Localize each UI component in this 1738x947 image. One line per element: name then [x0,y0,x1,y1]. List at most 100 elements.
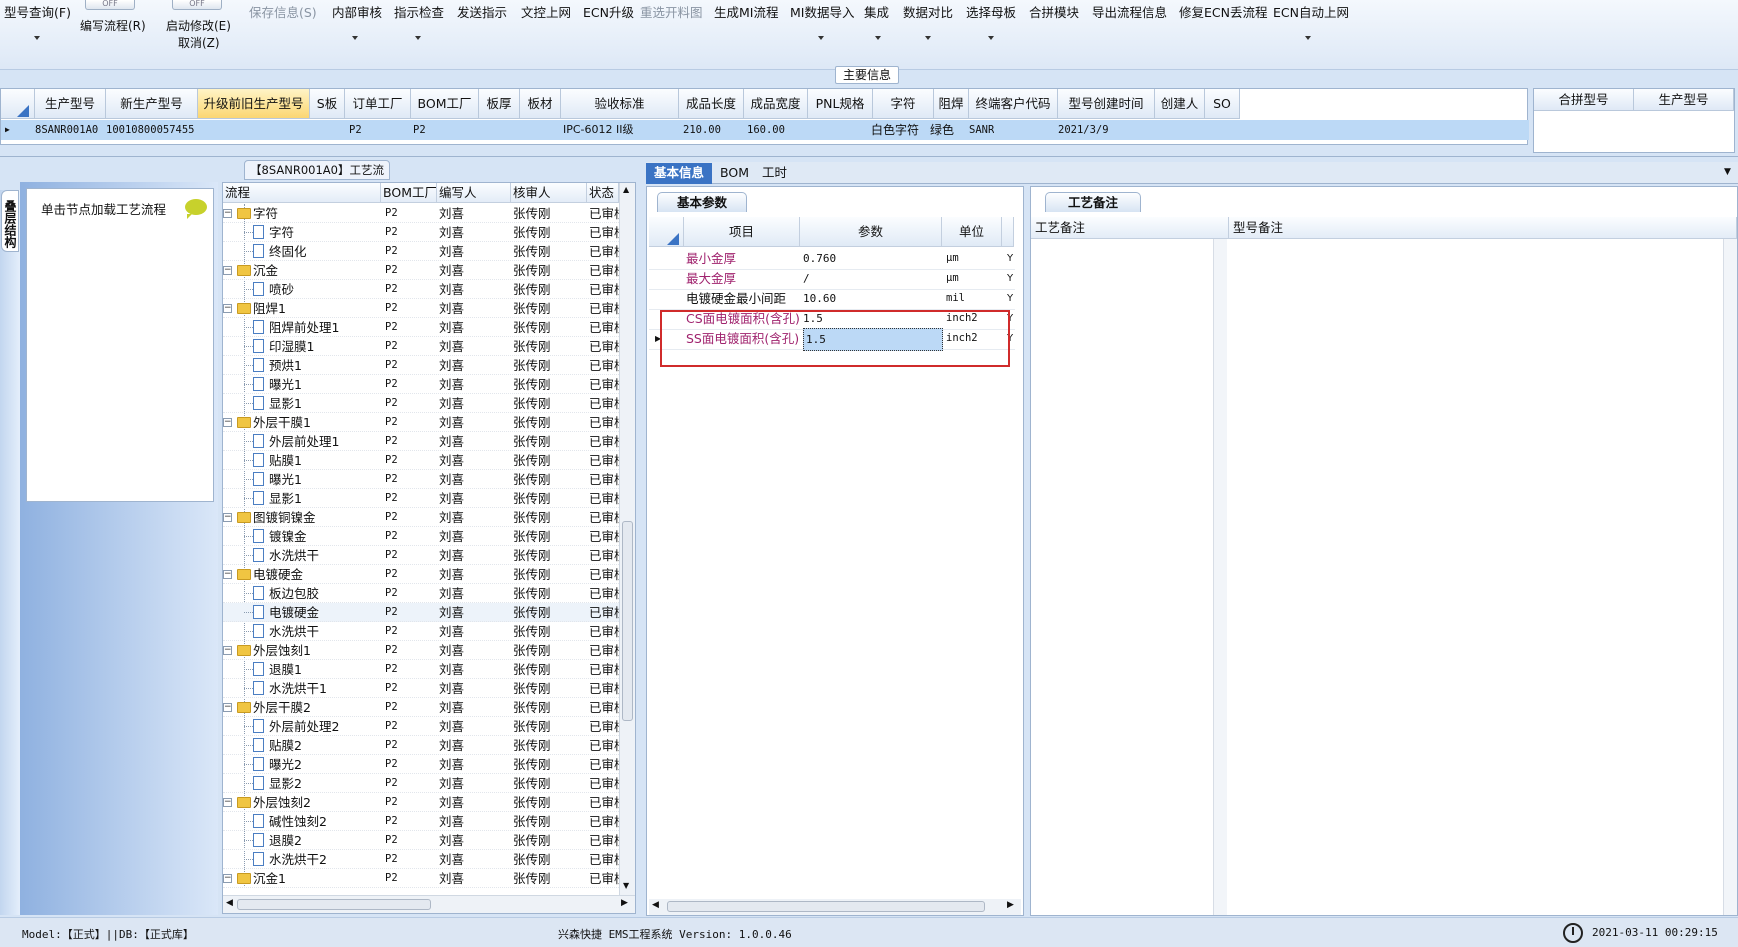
col-header[interactable]: BOM工厂 [381,183,437,203]
collapse-icon[interactable]: − [223,703,232,712]
tree-row[interactable]: 预烘1 P2 刘喜 张传刚 已审核 [223,356,619,375]
scroll-thumb[interactable] [237,899,431,910]
tree-row[interactable]: − 外层干膜2 P2 刘喜 张传刚 已审核 [223,698,619,717]
scroll-right-icon[interactable]: ▶ [1007,900,1014,910]
generate-mi-flow-button[interactable]: 生成MI流程 [714,2,778,21]
tree-row[interactable]: 水洗烘干2 P2 刘喜 张传刚 已审核 [223,850,619,869]
col-header[interactable]: 项目 [684,217,800,247]
param-row[interactable]: 最大金厚 / μm Y [649,268,1015,290]
query-model-button[interactable]: 型号查询(F) [4,2,71,21]
tree-row[interactable]: − 外层干膜1 P2 刘喜 张传刚 已审核 [223,413,619,432]
chevron-down-icon[interactable] [1305,36,1311,40]
col-header[interactable]: 生产型号 [1634,89,1734,111]
tree-row[interactable]: 曝光2 P2 刘喜 张传刚 已审核 [223,755,619,774]
tree-row[interactable]: 电镀硬金 P2 刘喜 张传刚 已审核 [223,603,619,622]
cell-legend-color[interactable]: 白色字符 [871,120,919,140]
tree-row[interactable]: − 阻焊1 P2 刘喜 张传刚 已审核 [223,299,619,318]
collapse-icon[interactable]: − [223,570,232,579]
collapse-icon[interactable]: − [223,304,232,313]
start-modify-button[interactable]: 启动修改(E) [166,17,231,34]
tree-row[interactable]: 水洗烘干 P2 刘喜 张传刚 已审核 [223,546,619,565]
chevron-down-icon[interactable] [818,36,824,40]
tree-row[interactable]: − 图镀铜镍金 P2 刘喜 张传刚 已审核 [223,508,619,527]
col-header[interactable]: 参数 [800,217,942,247]
tree-row[interactable]: 贴膜1 P2 刘喜 张传刚 已审核 [223,451,619,470]
cell-customer-code[interactable]: SANR [969,120,994,140]
scroll-down-icon[interactable]: ▼ [623,881,629,890]
scroll-thumb[interactable] [622,521,633,721]
col-header[interactable]: 订单工厂 [345,89,411,119]
tree-row[interactable]: 阻焊前处理1 P2 刘喜 张传刚 已审核 [223,318,619,337]
collapse-icon[interactable]: − [223,418,232,427]
cell-new-model-no[interactable]: 10010800057455 [106,120,195,140]
tab-basic-params[interactable]: 基本参数 [657,192,747,212]
col-header[interactable]: 字符 [873,89,934,119]
cell-order-factory[interactable]: P2 [349,120,362,140]
integrate-button[interactable]: 集成 [864,2,889,21]
tree-row[interactable]: − 外层蚀刻2 P2 刘喜 张传刚 已审核 [223,793,619,812]
param-value-input[interactable]: 0.760 [803,248,943,269]
scroll-left-icon[interactable]: ◀ [226,898,233,908]
tree-row[interactable]: 曝光1 P2 刘喜 张传刚 已审核 [223,375,619,394]
collapse-icon[interactable]: − [223,209,232,218]
collapse-icon[interactable]: − [223,646,232,655]
cell-length[interactable]: 210.00 [683,120,721,140]
tree-row[interactable]: 板边包胶 P2 刘喜 张传刚 已审核 [223,584,619,603]
col-header[interactable]: 流程 [223,183,381,203]
tree-row[interactable]: 水洗烘干 P2 刘喜 张传刚 已审核 [223,622,619,641]
tree-row[interactable]: 显影1 P2 刘喜 张传刚 已审核 [223,394,619,413]
tree-row[interactable]: 显影1 P2 刘喜 张传刚 已审核 [223,489,619,508]
tree-row[interactable]: 外层前处理2 P2 刘喜 张传刚 已审核 [223,717,619,736]
model-notes-scrollbar[interactable] [1723,239,1737,915]
tree-row[interactable]: − 沉金 P2 刘喜 张传刚 已审核 [223,261,619,280]
tree-row[interactable]: 终固化 P2 刘喜 张传刚 已审核 [223,242,619,261]
cell-width[interactable]: 160.00 [747,120,785,140]
tab-stackup[interactable]: 叠层结构 [1,190,19,252]
col-header-highlighted[interactable]: 升级前旧生产型号 [198,89,310,119]
doc-control-online-button[interactable]: 文控上网 [521,2,571,21]
tree-vertical-scrollbar[interactable]: ▲ ▼ [619,183,635,895]
chevron-down-icon[interactable] [925,36,931,40]
col-header[interactable]: 成品长度 [679,89,744,119]
ecn-upgrade-button[interactable]: ECN升级 [583,2,634,21]
main-info-row[interactable]: ▶ 8SANR001A0 10010800057455 P2 P2 IPC-60… [1,120,1529,140]
col-header[interactable]: 单位 [942,217,1002,247]
repair-ecn-lost-flow-button[interactable]: 修复ECN丢流程 [1179,2,1267,21]
chevron-down-icon[interactable] [415,36,421,40]
col-header[interactable]: PNL规格 [808,89,873,119]
param-row[interactable]: 电镀硬金最小间距 10.60 mil Y [649,288,1015,310]
col-header[interactable]: BOM工厂 [411,89,479,119]
cell-solder-mask[interactable]: 绿色 [930,120,954,140]
internal-review-button[interactable]: 内部审核 [332,2,382,21]
col-header[interactable]: 合拼型号 [1534,89,1634,111]
col-header[interactable]: 成品宽度 [744,89,808,119]
cell-model-no[interactable]: 8SANR001A0 [35,120,98,140]
tab-bom[interactable]: BOM [712,163,757,184]
col-header[interactable]: 生产型号 [35,89,106,119]
col-header[interactable]: 工艺备注 [1031,217,1229,239]
tree-row[interactable]: 碱性蚀刻2 P2 刘喜 张传刚 已审核 [223,812,619,831]
chevron-down-icon[interactable]: ▼ [1724,167,1731,177]
instruction-check-button[interactable]: 指示检查 [394,2,444,21]
col-header[interactable]: 板厚 [479,89,520,119]
col-header[interactable]: 核审人 [511,183,587,203]
col-header[interactable]: 编写人 [437,183,511,203]
collapse-icon[interactable]: − [223,874,232,883]
tree-row[interactable]: 显影2 P2 刘喜 张传刚 已审核 [223,774,619,793]
param-row[interactable]: 最小金厚 0.760 μm Y [649,248,1015,270]
collapse-icon[interactable]: − [223,266,232,275]
tab-process-notes[interactable]: 工艺备注 [1045,192,1141,212]
model-notes-field[interactable] [1229,239,1723,915]
tree-row[interactable]: 字符 P2 刘喜 张传刚 已审核 [223,223,619,242]
cell-bom-factory[interactable]: P2 [413,120,426,140]
scroll-thumb[interactable] [667,901,985,912]
collapse-icon[interactable]: − [223,798,232,807]
col-header[interactable]: 状态 [587,183,619,203]
tree-row[interactable]: − 字符 P2 刘喜 张传刚 已审核 [223,204,619,223]
col-header[interactable]: 新生产型号 [106,89,198,119]
process-notes-field[interactable] [1031,239,1213,915]
col-header[interactable]: 创建人 [1155,89,1205,119]
tree-row[interactable]: − 沉金1 P2 刘喜 张传刚 已审核 [223,869,619,888]
mi-data-import-button[interactable]: MI数据导入 [790,2,854,21]
cell-acceptance-standard[interactable]: IPC-6012 II级 [563,120,634,140]
